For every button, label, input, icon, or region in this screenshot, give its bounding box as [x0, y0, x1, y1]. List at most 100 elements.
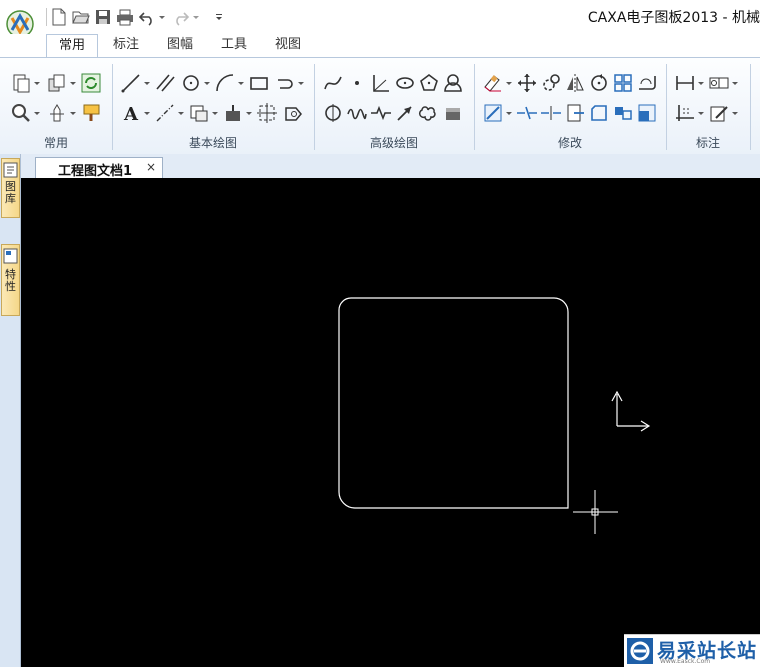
rounded-rectangle-shape[interactable]	[338, 297, 569, 509]
circle-dropdown-icon[interactable]	[204, 72, 210, 94]
polyline-icon[interactable]	[274, 72, 296, 94]
rotate-icon[interactable]	[588, 72, 610, 94]
format-brush-icon[interactable]	[80, 102, 102, 124]
arc-outline-icon[interactable]	[442, 72, 464, 94]
arc-icon[interactable]	[214, 72, 236, 94]
break-icon[interactable]	[516, 102, 538, 124]
centerline-dropdown-icon[interactable]	[178, 102, 184, 124]
parallel-line-icon[interactable]	[154, 72, 176, 94]
arc-dropdown-icon[interactable]	[238, 72, 244, 94]
crosshair-cursor-icon	[573, 490, 618, 534]
wave-line-icon[interactable]	[346, 102, 368, 124]
watermark-subtext: Www.Easck.Com	[660, 658, 711, 665]
trim-icon[interactable]	[482, 102, 504, 124]
undo-icon[interactable]	[138, 8, 156, 26]
open-folder-icon[interactable]	[72, 8, 90, 26]
fillet-icon[interactable]	[636, 72, 658, 94]
ucs-axis-icon	[611, 390, 651, 432]
coordinate-dimension-icon[interactable]	[674, 102, 696, 124]
dimension-dropdown-icon[interactable]	[698, 72, 704, 94]
line-dropdown-icon[interactable]	[144, 72, 150, 94]
hatch-dropdown-icon[interactable]	[212, 102, 218, 124]
delete-dropdown-icon[interactable]	[506, 72, 512, 94]
circle-icon[interactable]	[180, 72, 202, 94]
tab-view[interactable]: 视图	[264, 34, 312, 58]
print-icon[interactable]	[116, 8, 134, 26]
spline-region-icon[interactable]	[282, 102, 304, 124]
rotate-copy-icon[interactable]	[540, 72, 562, 94]
document-tab-bar: 工程图文档1 ×	[21, 154, 760, 179]
redo-dropdown-icon[interactable]	[192, 8, 200, 26]
trim-dropdown-icon[interactable]	[506, 102, 512, 124]
group-separator	[750, 64, 751, 150]
side-tab-properties[interactable]: 特性	[1, 244, 20, 316]
circle-line-icon[interactable]	[322, 102, 344, 124]
undo-dropdown-icon[interactable]	[158, 8, 166, 26]
library-icon	[3, 162, 18, 178]
chamfer-icon[interactable]	[588, 102, 610, 124]
ribbon-tab-row: 常用 标注 图幅 工具 视图	[0, 34, 760, 59]
move-icon[interactable]	[516, 72, 538, 94]
tolerance-dropdown-icon[interactable]	[732, 72, 738, 94]
break-line-icon[interactable]	[370, 102, 392, 124]
centerline-icon[interactable]	[154, 102, 176, 124]
scale-icon[interactable]	[636, 102, 658, 124]
tab-tools[interactable]: 工具	[210, 34, 258, 58]
explode-icon[interactable]	[612, 102, 634, 124]
side-tab-library[interactable]: 图库	[1, 158, 20, 218]
paste-icon[interactable]	[10, 72, 32, 94]
hatch-icon[interactable]	[188, 102, 210, 124]
customize-quick-access-icon[interactable]	[214, 8, 224, 26]
close-icon[interactable]: ×	[146, 160, 156, 174]
text-dropdown-icon[interactable]	[144, 102, 150, 124]
line-icon[interactable]	[120, 72, 142, 94]
ellipse-icon[interactable]	[394, 72, 416, 94]
save-icon[interactable]	[94, 8, 112, 26]
polyline-dropdown-icon[interactable]	[298, 72, 304, 94]
mirror-icon[interactable]	[564, 72, 586, 94]
pan-icon[interactable]	[46, 102, 68, 124]
polygon-icon[interactable]	[418, 72, 440, 94]
cloud-line-icon[interactable]	[418, 102, 440, 124]
rectangle-icon[interactable]	[248, 72, 270, 94]
refresh-icon[interactable]	[80, 72, 102, 94]
stretch-icon[interactable]	[564, 102, 586, 124]
copy-dropdown-icon[interactable]	[70, 72, 76, 94]
block-dropdown-icon[interactable]	[246, 102, 252, 124]
zoom-icon[interactable]	[10, 102, 32, 124]
gear-profile-icon[interactable]	[442, 102, 464, 124]
group-label-basic-drawing: 基本绘图	[188, 136, 237, 150]
watermark-logo: 易采站长站 Www.Easck.Com	[624, 634, 760, 668]
arrow-icon[interactable]	[394, 102, 416, 124]
coordinate-dropdown-icon[interactable]	[698, 102, 704, 124]
document-tab-label: 工程图文档1	[58, 164, 133, 179]
delete-eraser-icon[interactable]	[482, 72, 504, 94]
drawing-canvas[interactable]	[21, 178, 760, 667]
dimension-icon[interactable]	[674, 72, 696, 94]
document-tab[interactable]: 工程图文档1 ×	[35, 157, 163, 179]
tab-annotation[interactable]: 标注	[102, 34, 150, 58]
svg-text:A: A	[123, 104, 139, 124]
tolerance-icon[interactable]	[708, 72, 730, 94]
block-insert-icon[interactable]	[222, 102, 244, 124]
new-file-icon[interactable]	[50, 8, 68, 26]
copy-icon[interactable]	[46, 72, 68, 94]
zoom-dropdown-icon[interactable]	[34, 102, 40, 124]
group-label-annotation: 标注	[695, 136, 720, 150]
point-icon[interactable]	[346, 72, 368, 94]
center-mark-icon[interactable]	[256, 102, 278, 124]
edit-annotation-dropdown-icon[interactable]	[732, 102, 738, 124]
tab-sheet[interactable]: 图幅	[156, 34, 204, 58]
text-icon[interactable]: A	[120, 102, 142, 124]
side-panel: 图库 特性	[0, 154, 21, 667]
array-icon[interactable]	[612, 72, 634, 94]
redo-icon[interactable]	[172, 8, 190, 26]
edit-annotation-icon[interactable]	[708, 102, 730, 124]
extend-icon[interactable]	[540, 102, 562, 124]
paste-dropdown-icon[interactable]	[34, 72, 40, 94]
angle-line-icon[interactable]	[370, 72, 392, 94]
tab-common[interactable]: 常用	[46, 34, 98, 59]
spline-icon[interactable]	[322, 72, 344, 94]
properties-icon	[3, 248, 18, 264]
pan-dropdown-icon[interactable]	[70, 102, 76, 124]
